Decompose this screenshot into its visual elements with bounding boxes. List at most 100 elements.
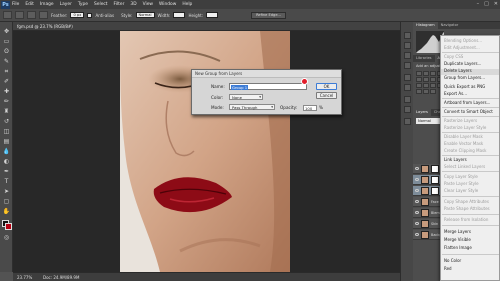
marquee-tool-icon[interactable]: ▭ (2, 38, 11, 46)
menu-item-paste-layer-style[interactable]: Paste Layer Style (444, 181, 479, 186)
menu-item-paste-shape-attributes[interactable]: Paste Shape Attributes (444, 206, 490, 211)
menu-item-duplicate-layers[interactable]: Duplicate Layers... (444, 61, 481, 66)
menu-view[interactable]: View (143, 2, 153, 7)
color-balance-icon[interactable] (430, 77, 436, 82)
menu-item-copy-layer-style[interactable]: Copy Layer Style (444, 174, 478, 179)
menu-item-select-linked-layers[interactable]: Select Linked Layers (444, 164, 485, 169)
vibrance-icon[interactable] (416, 77, 422, 82)
menu-item-rasterize-layer-style[interactable]: Rasterize Layer Style (444, 125, 486, 130)
width-input[interactable] (173, 12, 186, 18)
path-select-tool-icon[interactable]: ➤ (2, 188, 11, 196)
lasso-tool-icon[interactable]: ʘ (2, 48, 11, 56)
menu-item-quick-export[interactable]: Quick Export as PNG (444, 84, 485, 89)
menu-file[interactable]: File (12, 2, 19, 7)
new-selection-icon[interactable] (15, 11, 24, 19)
swatches-panel-icon[interactable] (404, 118, 411, 125)
background-color-swatch[interactable] (5, 223, 12, 230)
eyedropper-tool-icon[interactable]: ✐ (2, 78, 11, 86)
eye-icon[interactable] (415, 211, 419, 214)
menu-item-group-from-layers[interactable]: Group from Layers... (444, 75, 485, 80)
healing-brush-tool-icon[interactable]: ✚ (2, 88, 11, 96)
layer-blend-mode-select[interactable]: Normal (416, 118, 442, 124)
eraser-tool-icon[interactable]: ◫ (2, 128, 11, 136)
minimize-button[interactable]: – (477, 1, 480, 7)
menu-item-flatten-image[interactable]: Flatten Image (444, 245, 472, 250)
brightness-icon[interactable] (416, 71, 422, 76)
menu-item-red[interactable]: Red (444, 266, 452, 271)
menu-item-merge-layers[interactable]: Merge Layers (444, 229, 471, 234)
blur-tool-icon[interactable]: 💧 (2, 148, 11, 156)
gradient-map-icon[interactable] (423, 89, 429, 94)
group-name-input[interactable]: Group 1 (229, 83, 307, 90)
menu-help[interactable]: Help (182, 2, 192, 7)
menu-item-copy-css[interactable]: Copy CSS (444, 54, 463, 59)
menu-item-rasterize-layers[interactable]: Rasterize Layers (444, 118, 477, 123)
feather-input[interactable]: 0 px (70, 12, 85, 18)
menu-item-clear-layer-style[interactable]: Clear Layer Style (444, 188, 478, 193)
invert-icon[interactable] (430, 83, 436, 88)
marquee-tool-preset-icon[interactable] (3, 11, 12, 19)
pen-tool-icon[interactable]: ✒ (2, 168, 11, 176)
clone-stamp-tool-icon[interactable]: ♜ (2, 108, 11, 116)
paragraph-panel-icon[interactable] (404, 106, 411, 113)
menu-item-edit-adjustment[interactable]: Edit Adjustment... (444, 45, 480, 50)
history-brush-tool-icon[interactable]: ↺ (2, 118, 11, 126)
info-panel-icon[interactable] (404, 62, 411, 69)
eye-icon[interactable] (415, 200, 419, 203)
style-select[interactable]: Normal (135, 12, 155, 18)
shape-tool-icon[interactable]: ▢ (2, 198, 11, 206)
subtract-selection-icon[interactable] (39, 11, 48, 19)
menu-item-convert-smart-object[interactable]: Convert to Smart Object (444, 109, 493, 114)
menu-item-link-layers[interactable]: Link Layers (444, 157, 467, 162)
menu-item-no-color[interactable]: No Color (444, 258, 461, 263)
threshold-icon[interactable] (416, 89, 422, 94)
height-input[interactable] (206, 12, 219, 18)
zoom-level[interactable]: 23.77% (17, 275, 32, 280)
quick-select-tool-icon[interactable]: ✎ (2, 58, 11, 66)
menu-item-enable-vector-mask[interactable]: Enable Vector Mask (444, 141, 483, 146)
channel-mixer-icon[interactable] (423, 83, 429, 88)
menu-3d[interactable]: 3D (130, 2, 136, 7)
menu-filter[interactable]: Filter (114, 2, 125, 7)
eye-icon[interactable] (415, 222, 419, 225)
menu-window[interactable]: Window (159, 2, 176, 7)
antialias-checkbox[interactable] (87, 12, 93, 18)
menu-item-copy-shape-attributes[interactable]: Copy Shape Attributes (444, 199, 489, 204)
character-panel-icon[interactable] (404, 96, 411, 103)
menu-item-merge-visible[interactable]: Merge Visible (444, 237, 471, 242)
properties-panel-icon[interactable] (404, 52, 411, 59)
menu-item-disable-layer-mask[interactable]: Disable Layer Mask (444, 134, 483, 139)
menu-edit[interactable]: Edit (25, 2, 34, 7)
type-tool-icon[interactable]: T (2, 178, 11, 186)
eye-icon[interactable] (415, 167, 419, 170)
add-selection-icon[interactable] (27, 11, 36, 19)
menu-image[interactable]: Image (40, 2, 54, 7)
eye-icon[interactable] (415, 233, 419, 236)
dodge-tool-icon[interactable]: ◐ (2, 158, 11, 166)
menu-item-artboard-from-layers[interactable]: Artboard from Layers... (444, 100, 490, 105)
portrait-photo[interactable] (120, 31, 290, 272)
eye-icon[interactable] (415, 189, 419, 192)
menu-item-delete-layers[interactable]: Delete Layers (444, 68, 472, 73)
mode-select[interactable]: Pass Through ▾ (229, 104, 275, 110)
maximize-button[interactable]: □ (484, 1, 489, 7)
crop-tool-icon[interactable]: ⌗ (2, 68, 11, 76)
hue-saturation-icon[interactable] (423, 77, 429, 82)
menu-item-create-clipping-mask[interactable]: Create Clipping Mask (444, 148, 486, 153)
tab-libraries[interactable]: Libraries (413, 55, 435, 62)
actions-panel-icon[interactable] (404, 42, 411, 49)
tab-layers[interactable]: Layers (413, 109, 431, 116)
photo-filter-icon[interactable] (416, 83, 422, 88)
move-tool-icon[interactable]: ✥ (2, 28, 11, 36)
menu-item-export-as[interactable]: Export As... (444, 91, 467, 96)
menu-select[interactable]: Select (94, 2, 108, 7)
cancel-button[interactable]: Cancel (316, 92, 337, 99)
gradient-tool-icon[interactable]: ▤ (2, 138, 11, 146)
menu-layer[interactable]: Layer (60, 2, 72, 7)
close-button[interactable]: ✕ (494, 1, 498, 7)
quick-mask-icon[interactable]: ◎ (2, 234, 11, 242)
history-panel-icon[interactable] (404, 32, 411, 39)
menu-item-release-isolation[interactable]: Release from Isolation (444, 217, 488, 222)
menu-type[interactable]: Type (78, 2, 88, 7)
ok-button[interactable]: OK (316, 83, 337, 90)
